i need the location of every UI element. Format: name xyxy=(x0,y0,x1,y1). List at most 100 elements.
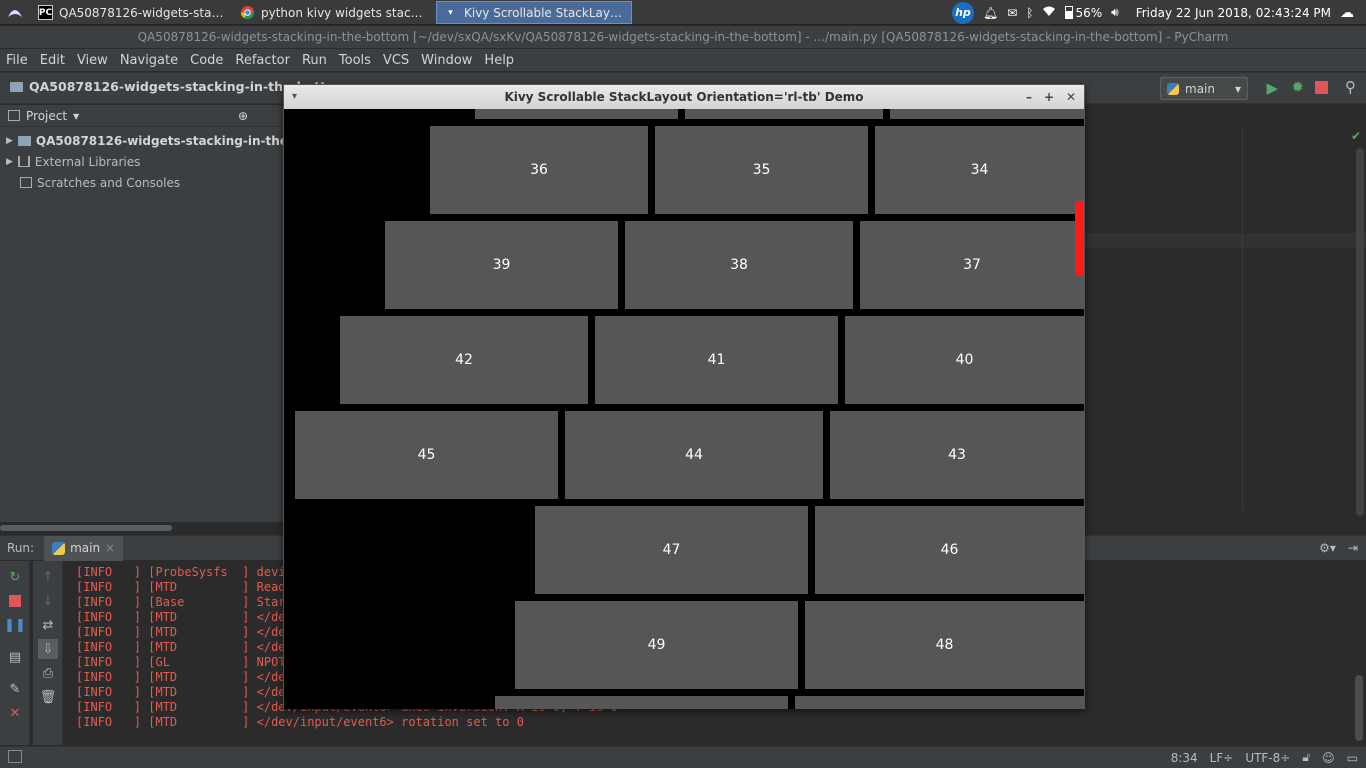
pin-icon[interactable]: ✎ xyxy=(5,679,25,699)
arrow-down-icon[interactable]: ↓ xyxy=(38,591,58,611)
taskbar-task-chrome[interactable]: python kivy widgets stacking ... xyxy=(234,1,434,24)
menu-tools[interactable]: Tools xyxy=(339,53,377,68)
kde-launcher-icon[interactable] xyxy=(0,1,30,24)
mail-icon[interactable]: ✉ xyxy=(1007,6,1017,20)
close-icon[interactable]: × xyxy=(105,541,115,555)
kivy-button-44[interactable]: 44 xyxy=(565,411,823,499)
kivy-button-partial[interactable] xyxy=(495,696,788,709)
menu-navigate[interactable]: Navigate xyxy=(120,53,184,68)
gear-icon[interactable]: ⚙▾ xyxy=(1319,541,1336,555)
minimize-icon[interactable]: – xyxy=(1026,85,1032,109)
menu-view[interactable]: View xyxy=(77,53,114,68)
stop-icon[interactable] xyxy=(5,591,25,611)
taskbar-task-pycharm[interactable]: PC QA50878126-widgets-stacki... xyxy=(32,1,232,24)
window-menu-icon[interactable]: ▾ xyxy=(292,85,297,109)
event-log-icon[interactable]: ▭ xyxy=(1347,751,1358,765)
tree-item-scratches[interactable]: Scratches and Consoles xyxy=(20,172,180,193)
trash-icon[interactable]: 🗑︎ xyxy=(38,687,58,707)
maximize-icon[interactable]: + xyxy=(1044,85,1054,109)
run-tab-main[interactable]: main × xyxy=(44,535,124,561)
menu-refactor[interactable]: Refactor xyxy=(235,53,296,68)
bell-icon[interactable]: 🔔︎ xyxy=(983,6,998,20)
locate-icon[interactable]: ⊕ xyxy=(238,109,248,123)
kivy-button-partial[interactable] xyxy=(685,109,883,119)
menu-run[interactable]: Run xyxy=(302,53,333,68)
menu-window[interactable]: Window xyxy=(421,53,478,68)
menu-help[interactable]: Help xyxy=(484,53,520,68)
tool-windows-icon[interactable] xyxy=(8,750,22,763)
kivy-button-partial[interactable] xyxy=(475,109,678,119)
right-margin-guide xyxy=(1242,127,1243,510)
kivy-button-35[interactable]: 35 xyxy=(655,126,868,214)
kivy-button-49[interactable]: 49 xyxy=(515,601,798,689)
kivy-window-title: Kivy Scrollable StackLayout Orientation=… xyxy=(504,90,864,104)
folder-icon xyxy=(10,81,23,92)
kivy-scrollbar[interactable] xyxy=(1075,201,1084,276)
stop-icon[interactable] xyxy=(1315,81,1328,94)
volume-icon[interactable]: 🔊︎ xyxy=(1111,5,1119,20)
dump-threads-icon[interactable]: ▤ xyxy=(5,647,25,667)
kivy-button-40[interactable]: 40 xyxy=(845,316,1084,404)
log-line: [INFO ] [MTD ] </dev xyxy=(76,625,293,639)
project-panel-title[interactable]: Project xyxy=(26,109,67,123)
tree-item-project-root[interactable]: ▶ QA50878126-widgets-stacking-in-the-bot xyxy=(6,130,315,151)
run-icon[interactable]: ▶ xyxy=(1266,79,1278,97)
kivy-button-39[interactable]: 39 xyxy=(385,221,618,309)
log-line: [INFO ] [MTD ] </dev xyxy=(76,610,293,624)
run-config-select[interactable]: main ▾ xyxy=(1160,77,1248,100)
console-scrollbar[interactable] xyxy=(1355,675,1363,741)
caret-position[interactable]: 8:34 xyxy=(1171,751,1198,765)
lock-icon[interactable]: 🔓︎ xyxy=(1302,750,1310,765)
kivy-button-34[interactable]: 34 xyxy=(875,126,1084,214)
rerun-icon[interactable]: ↻ xyxy=(5,567,25,587)
search-icon[interactable]: ⚲ xyxy=(1345,78,1356,96)
kivy-button-37[interactable]: 37 xyxy=(860,221,1084,309)
menu-file[interactable]: File xyxy=(6,53,34,68)
kivy-button-42[interactable]: 42 xyxy=(340,316,588,404)
taskbar-task-kivy[interactable]: ▾ Kivy Scrollable StackLayout ... xyxy=(436,1,632,24)
bluetooth-icon[interactable]: ᛒ xyxy=(1026,6,1033,20)
kivy-button-38[interactable]: 38 xyxy=(625,221,853,309)
kivy-button-45[interactable]: 45 xyxy=(295,411,558,499)
menu-edit[interactable]: Edit xyxy=(40,53,71,68)
close-icon[interactable]: ✕ xyxy=(5,703,25,723)
kivy-button-43[interactable]: 43 xyxy=(830,411,1084,499)
kivy-button-48[interactable]: 48 xyxy=(805,601,1084,689)
pause-icon[interactable]: ❚❚ xyxy=(4,615,26,635)
kivy-button-41[interactable]: 41 xyxy=(595,316,838,404)
kivy-button-partial[interactable] xyxy=(795,696,1084,709)
editor-scrollbar[interactable] xyxy=(1356,148,1364,516)
soft-wrap-icon[interactable]: ⇄ xyxy=(38,615,58,635)
battery-indicator[interactable]: 56% xyxy=(1065,6,1102,20)
menu-vcs[interactable]: VCS xyxy=(383,53,415,68)
inspector-icon[interactable]: ☺ xyxy=(1322,751,1335,765)
kivy-button-36[interactable]: 36 xyxy=(430,126,648,214)
kivy-scrollview[interactable]: 36 35 34 39 38 37 42 41 40 45 44 43 47 4… xyxy=(284,109,1084,709)
user-avatar-icon[interactable]: ☁ xyxy=(1340,5,1354,21)
kivy-button-46[interactable]: 46 xyxy=(815,506,1084,594)
chevron-down-icon[interactable]: ▾ xyxy=(73,109,79,123)
debug-icon[interactable]: ✹ xyxy=(1291,78,1304,96)
arrow-up-icon[interactable]: ↑ xyxy=(38,567,58,587)
python-icon xyxy=(1167,82,1179,95)
tree-item-external-libraries[interactable]: ▶ External Libraries xyxy=(6,151,140,172)
hp-icon[interactable]: hp xyxy=(951,1,974,24)
clock[interactable]: Friday 22 Jun 2018, 02:43:24 PM xyxy=(1136,6,1331,20)
kivy-button-partial[interactable] xyxy=(890,109,1084,119)
scroll-to-end-icon[interactable]: ⇩ xyxy=(38,639,58,659)
chevron-right-icon[interactable]: ▶ xyxy=(6,157,13,167)
chevron-right-icon[interactable]: ▶ xyxy=(6,136,13,146)
menu-code[interactable]: Code xyxy=(190,53,229,68)
library-icon xyxy=(17,156,30,167)
inspection-ok-icon[interactable]: ✔ xyxy=(1351,129,1361,143)
line-separator[interactable]: LF÷ xyxy=(1210,751,1234,765)
tree-item-label: External Libraries xyxy=(34,154,141,169)
wifi-icon[interactable] xyxy=(1042,5,1056,20)
close-icon[interactable]: ✕ xyxy=(1066,85,1076,109)
file-encoding[interactable]: UTF-8÷ xyxy=(1245,751,1290,765)
kivy-button-47[interactable]: 47 xyxy=(535,506,808,594)
chevron-down-icon: ▾ xyxy=(1234,81,1241,96)
hide-panel-icon[interactable]: ⇥ xyxy=(1348,541,1358,555)
print-icon[interactable]: ⎙ xyxy=(38,663,58,683)
horizontal-scrollbar[interactable] xyxy=(0,525,172,531)
